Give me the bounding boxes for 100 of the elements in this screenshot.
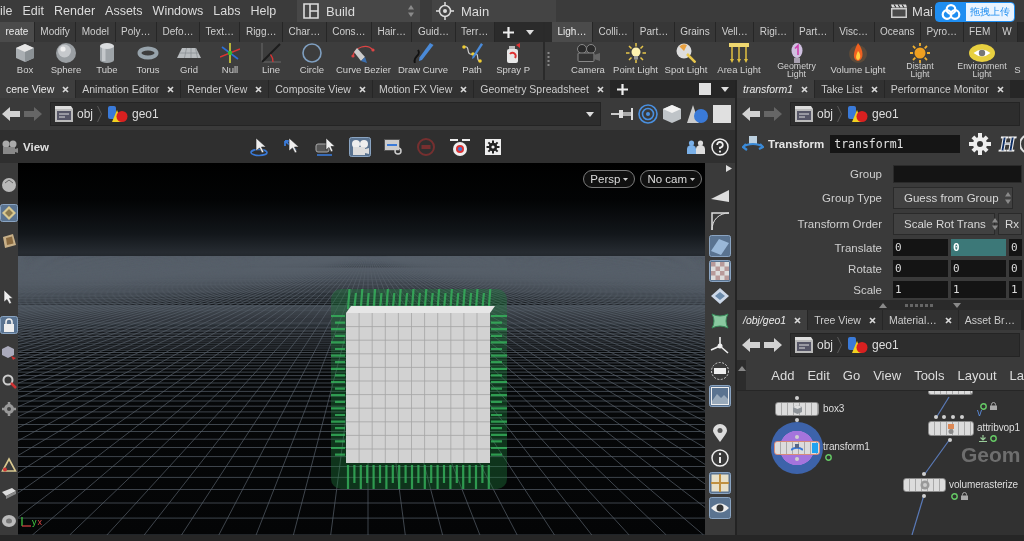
number-field[interactable]: 0 (951, 260, 1006, 277)
shelf-tab[interactable]: Visc… (833, 22, 875, 42)
menu-item[interactable]: Help (250, 4, 277, 18)
pane-tab[interactable]: Performance Monitor (884, 80, 1010, 98)
shelf-tool-button[interactable]: Curve Bezier (333, 42, 394, 78)
close-icon[interactable] (944, 316, 952, 324)
tripod-icon[interactable] (709, 335, 731, 357)
shelf-tab[interactable]: Colli… (592, 22, 635, 42)
shelf-tool-button[interactable]: Spray P (493, 42, 534, 78)
triangle-icon[interactable] (0, 456, 18, 474)
caret-icon[interactable] (721, 86, 729, 92)
back-arrow-icon[interactable] (742, 107, 760, 121)
back-arrow-icon[interactable] (2, 107, 20, 121)
shelf-tab[interactable]: Text… (200, 22, 241, 42)
shelf-tab[interactable]: Rigg… (240, 22, 283, 42)
people-icon[interactable] (687, 139, 705, 154)
tile-icon[interactable] (0, 232, 18, 250)
shelf-tab[interactable]: Pyro… (921, 22, 964, 42)
shelf-tool-button[interactable]: Circle (292, 42, 332, 78)
disc-icon[interactable] (0, 512, 18, 530)
shelf-tab[interactable]: Model (76, 22, 116, 42)
screen-zoom-icon[interactable] (382, 136, 404, 157)
menu-item[interactable]: Tools (914, 367, 945, 383)
output-port[interactable] (922, 494, 926, 498)
number-field[interactable]: 1 (893, 281, 948, 298)
shelf-tool-button[interactable]: S (1013, 42, 1022, 78)
menu-item[interactable]: Windows (152, 4, 204, 18)
ball-icon[interactable] (0, 176, 18, 194)
pane-tab[interactable]: Tree View (808, 310, 882, 330)
network-node[interactable] (775, 402, 819, 416)
network-node[interactable] (903, 478, 946, 492)
grip-icon[interactable] (905, 303, 935, 307)
pane-tab[interactable]: Animation Editor (76, 80, 181, 98)
close-icon[interactable] (460, 85, 468, 93)
shelf-tool-button[interactable]: Camera (565, 42, 611, 78)
grip-icon[interactable] (547, 52, 550, 66)
transform-arrows-icon[interactable] (742, 136, 764, 152)
shelf-tab[interactable]: reate (0, 22, 35, 42)
shelf-tab[interactable]: Hair… (372, 22, 413, 42)
shelf-tool-button[interactable]: Environment Light (951, 42, 1013, 78)
shelf-tool-button[interactable]: Path (452, 42, 493, 78)
plus-icon[interactable] (616, 83, 628, 95)
menu-item[interactable]: Add (771, 367, 795, 383)
take-menu[interactable]: Mai (891, 0, 933, 22)
path-field[interactable]: obj geo1 (790, 333, 1020, 357)
viewport[interactable]: Persp No cam yx (18, 163, 705, 535)
splitter-bar[interactable] (737, 300, 1024, 310)
shelf-tool-button[interactable]: Torus (128, 42, 168, 78)
forward-arrow-icon[interactable] (764, 338, 782, 352)
shelf-tab[interactable]: Guid… (412, 22, 456, 42)
number-field[interactable]: 1 (1009, 281, 1022, 298)
shelf-tab[interactable]: Terr… (455, 22, 495, 42)
camera-menu[interactable]: No cam (640, 170, 702, 188)
shelf-tab[interactable]: Vell… (716, 22, 755, 42)
shelf-tab[interactable]: FEM (963, 22, 997, 42)
shelf-tab[interactable]: Grains (674, 22, 717, 42)
pane-tab[interactable]: Geometry Spreadsheet (474, 80, 610, 98)
shelf-tool-button[interactable]: Volume Light (827, 42, 889, 78)
path-crumb[interactable]: obj (55, 106, 93, 122)
pin-icon[interactable] (611, 108, 633, 120)
close-icon[interactable] (596, 85, 604, 93)
grid-icon[interactable] (709, 472, 731, 494)
shelf-tool-button[interactable]: Geometry Light (766, 42, 827, 78)
network-node[interactable] (928, 391, 973, 395)
number-field[interactable]: 0 (1009, 239, 1022, 256)
desktop-menu[interactable]: Build (297, 0, 420, 22)
pane-tab[interactable]: Asset Br… (958, 310, 1021, 330)
path-crumb[interactable]: obj (795, 106, 833, 122)
pane-tab[interactable]: Motion FX View (372, 80, 474, 98)
shelf-tab[interactable]: Part… (634, 22, 675, 42)
close-icon[interactable] (801, 85, 809, 93)
shelf-tab[interactable]: Cons… (326, 22, 373, 42)
wire[interactable] (923, 438, 951, 476)
close-icon[interactable] (358, 85, 366, 93)
help-icon[interactable] (711, 137, 729, 156)
text-field[interactable] (893, 165, 1022, 183)
expand-arrow-icon[interactable] (726, 165, 732, 172)
dropdown-menu[interactable]: Scale Rot Trans (893, 213, 995, 235)
movie-camera-icon[interactable] (349, 136, 371, 157)
network-node[interactable] (774, 441, 820, 455)
shelf-tool-button[interactable]: Spot Light (660, 42, 712, 78)
close-icon[interactable] (868, 316, 876, 324)
shelf-tab[interactable]: Char… (283, 22, 327, 42)
output-port[interactable] (948, 438, 952, 442)
info-icon[interactable] (709, 447, 731, 469)
number-field[interactable]: 0 (893, 239, 948, 256)
caret-icon[interactable] (586, 111, 594, 117)
dropdown-menu[interactable]: Rx (998, 213, 1022, 235)
input-port[interactable] (960, 415, 964, 419)
cube-icon[interactable] (663, 105, 681, 123)
gear-icon[interactable] (483, 136, 503, 157)
path-crumb[interactable]: obj (795, 337, 833, 353)
ring-bar-icon[interactable] (709, 360, 731, 382)
pointer-box-icon[interactable] (314, 135, 338, 158)
landscape-icon[interactable] (709, 385, 731, 407)
shelf-tab[interactable]: W (996, 22, 1019, 42)
menu-item[interactable]: View (873, 367, 902, 383)
close-icon[interactable] (62, 85, 70, 93)
gear-icon[interactable] (969, 133, 992, 155)
lock-icon[interactable] (961, 492, 968, 500)
